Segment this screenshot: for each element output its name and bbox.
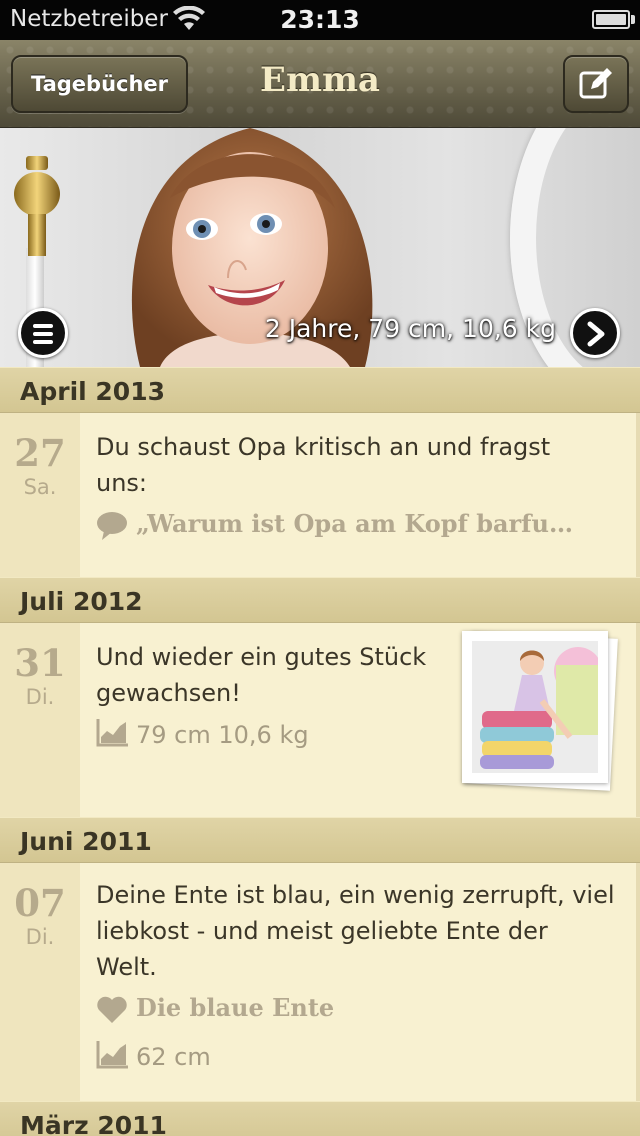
compose-button[interactable] [563,55,629,113]
battery-icon [592,10,630,29]
growth-chart-icon [96,1041,128,1069]
profile-photo: 2 Jahre, 79 cm, 10,6 kg [0,128,640,367]
next-button[interactable] [570,308,620,358]
section-header: Juni 2011 [0,817,640,863]
entry-weekday: Sa. [23,475,57,499]
status-time: 23:13 [280,5,360,34]
entry-favorite: Die blaue Ente [136,993,335,1022]
diary-entry[interactable]: 31 Di. Und wieder ein gutes Stück gewach… [0,623,640,817]
battery-tip [631,15,635,24]
growth-chart-icon [96,719,128,747]
heart-icon [97,996,127,1023]
page-title: Emma [260,60,380,100]
child-stats: 2 Jahre, 79 cm, 10,6 kg [264,314,556,343]
section-header: Juli 2012 [0,577,640,623]
entry-quote: „Warum ist Opa am Kopf barfu… [136,509,573,538]
entry-weekday: Di. [25,685,55,709]
thumbnail-image [472,641,598,773]
entry-stats: 62 cm [136,1043,211,1071]
entry-stats: 79 cm 10,6 kg [136,721,309,749]
entry-text: Du schaust Opa kritisch an und fragst un… [96,433,551,497]
navigation-bar: Tagebücher Emma [0,40,640,128]
status-bar: Netzbetreiber 23:13 [0,0,640,40]
entry-weekday: Di. [25,925,55,949]
chevron-right-icon [587,321,605,347]
entry-text: Und wieder ein gutes Stück gewachsen! [96,643,427,707]
entry-day: 31 [14,641,66,685]
diary-feed: April 2013 27 Sa. Du schaust Opa kritisc… [0,367,640,1136]
brass-knob [14,156,60,256]
entry-text: Deine Ente ist blau, ein wenig zerrupft,… [96,881,615,981]
menu-button[interactable] [18,308,68,358]
diary-entry[interactable]: 27 Sa. Du schaust Opa kritisch an und fr… [0,413,640,577]
entry-day: 07 [14,881,66,925]
diary-entry[interactable]: 07 Di. Deine Ente ist blau, ein wenig ze… [0,863,640,1101]
photo-thumbnail[interactable] [462,631,618,791]
section-header: März 2011 [0,1101,640,1136]
compose-icon [579,68,612,99]
speech-bubble-icon [97,511,127,540]
entry-day: 27 [14,431,66,475]
section-header: April 2013 [0,367,640,413]
